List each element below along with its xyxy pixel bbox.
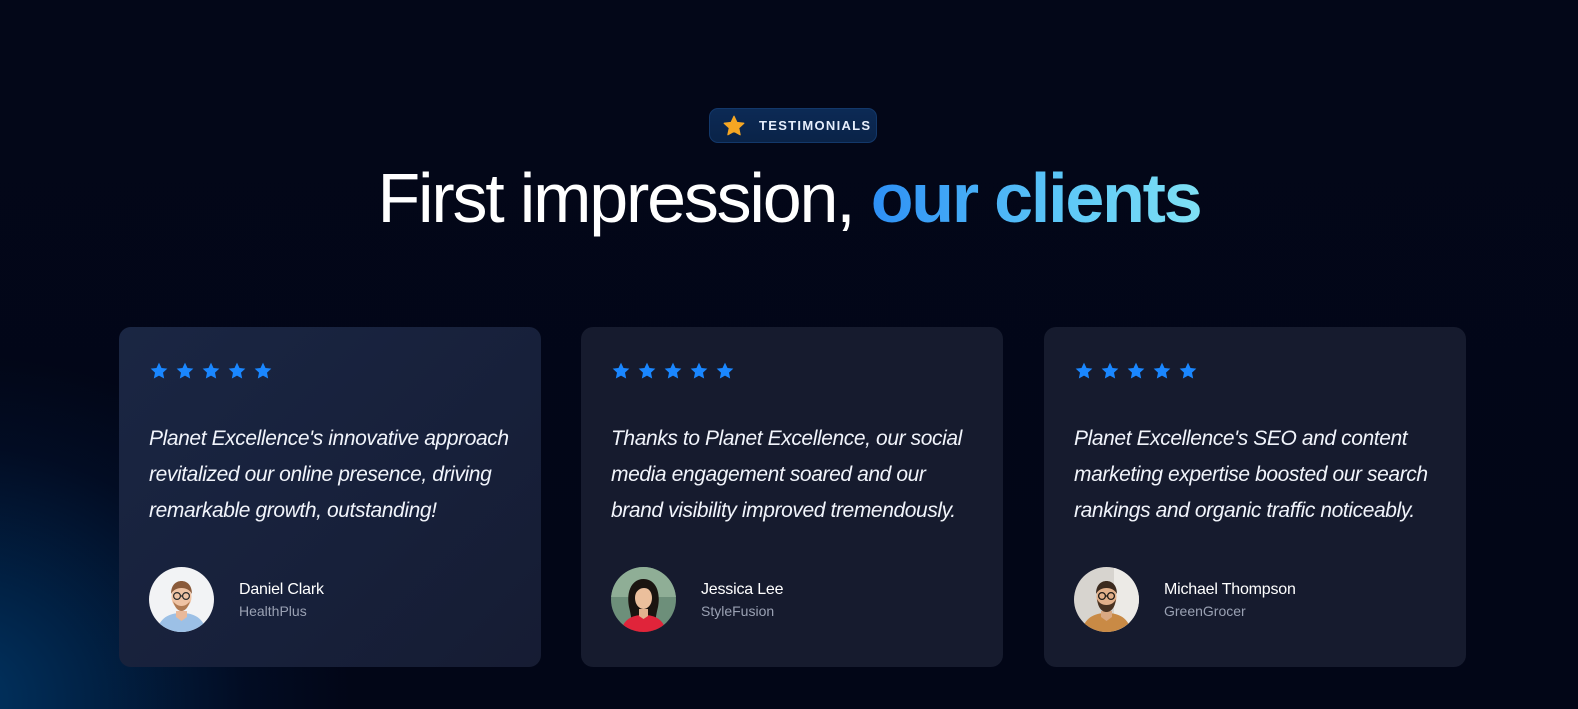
- author-name: Jessica Lee: [701, 580, 784, 598]
- author-company: HealthPlus: [239, 602, 307, 619]
- star-icon: [690, 362, 708, 379]
- testimonial-author: Michael Thompson GreenGrocer: [1074, 567, 1436, 632]
- star-icon: [716, 362, 734, 379]
- author-company: GreenGrocer: [1164, 602, 1246, 619]
- testimonials-section: TESTIMONIALS First impression, our clien…: [0, 0, 1578, 709]
- testimonial-card: Thanks to Planet Excellence, our social …: [581, 327, 1003, 667]
- author-name: Michael Thompson: [1164, 580, 1296, 598]
- star-icon: [202, 362, 220, 379]
- author-info: Michael Thompson GreenGrocer: [1164, 579, 1296, 621]
- title-accent: our clients: [870, 159, 1203, 237]
- star-icon: [1075, 362, 1093, 379]
- section-badge: TESTIMONIALS: [709, 108, 877, 143]
- star-icon: [176, 362, 194, 379]
- testimonial-quote: Thanks to Planet Excellence, our social …: [611, 427, 962, 522]
- page-title: First impression, our clients: [0, 158, 1578, 238]
- author-info: Jessica Lee StyleFusion: [701, 579, 783, 621]
- author-info: Daniel Clark HealthPlus: [239, 579, 324, 621]
- star-icon: [254, 362, 272, 379]
- testimonial-list: Planet Excellence's innovative approach …: [119, 327, 1466, 667]
- star-icon: [150, 362, 168, 379]
- author-name: Daniel Clark: [239, 580, 324, 598]
- testimonial-author: Daniel Clark HealthPlus: [149, 567, 511, 632]
- star-icon: [228, 362, 246, 379]
- rating-stars: [611, 361, 973, 381]
- star-icon: [723, 115, 745, 135]
- star-icon: [1179, 362, 1197, 379]
- star-icon: [612, 362, 630, 379]
- testimonial-card: Planet Excellence's innovative approach …: [119, 327, 541, 667]
- testimonial-quote: Planet Excellence's innovative approach …: [149, 427, 509, 522]
- star-icon: [664, 362, 682, 379]
- badge-label: TESTIMONIALS: [759, 118, 872, 133]
- star-icon: [638, 362, 656, 379]
- testimonial-card: Planet Excellence's SEO and content mark…: [1044, 327, 1466, 667]
- avatar-woman-red-icon: [611, 567, 676, 632]
- testimonial-author: Jessica Lee StyleFusion: [611, 567, 973, 632]
- rating-stars: [149, 361, 511, 381]
- avatar: [1074, 567, 1139, 632]
- title-main: First impression,: [377, 159, 871, 237]
- author-company: StyleFusion: [701, 602, 775, 619]
- avatar: [149, 567, 214, 632]
- avatar-man-glasses-icon: [149, 567, 214, 632]
- star-icon: [1127, 362, 1145, 379]
- avatar: [611, 567, 676, 632]
- rating-stars: [1074, 361, 1436, 381]
- testimonial-quote: Planet Excellence's SEO and content mark…: [1074, 427, 1428, 522]
- avatar-man-beard-icon: [1074, 567, 1139, 632]
- star-icon: [1153, 362, 1171, 379]
- star-icon: [1101, 362, 1119, 379]
